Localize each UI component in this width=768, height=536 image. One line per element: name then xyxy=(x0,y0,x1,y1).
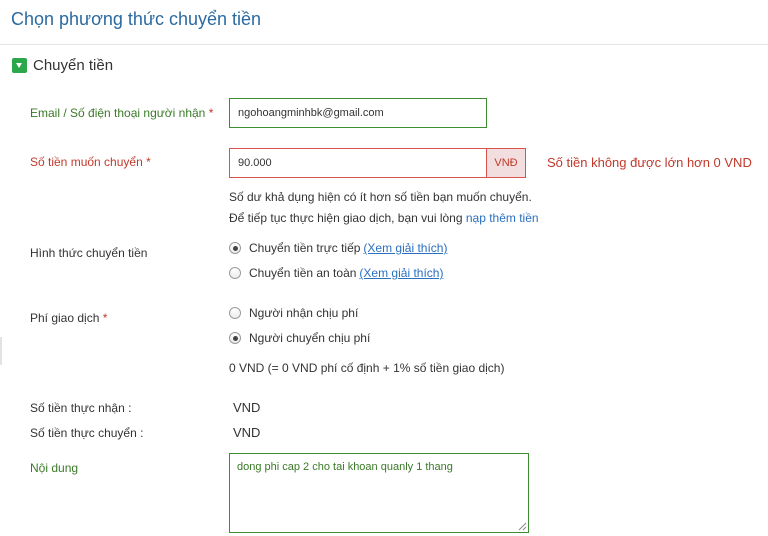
amount-label: Số tiền muốn chuyển * xyxy=(30,155,151,169)
triangle-down-icon[interactable] xyxy=(12,57,27,73)
radio-button[interactable] xyxy=(229,242,241,254)
content-textarea[interactable]: dong phi cap 2 cho tai khoan quanly 1 th… xyxy=(229,453,529,533)
amount-field[interactable] xyxy=(229,148,487,178)
required-mark: * xyxy=(146,155,151,169)
amount-error-message: Số tiền không được lớn hơn 0 VND xyxy=(547,155,752,170)
resize-grip-icon[interactable] xyxy=(518,522,527,531)
fee-label-text: Phí giao dịch xyxy=(30,311,100,325)
email-field[interactable] xyxy=(229,98,487,128)
page-title: Chọn phương thức chuyển tiền xyxy=(11,9,262,29)
transfer-method-direct-option[interactable]: Chuyển tiền trực tiếp (Xem giải thích) xyxy=(229,240,447,256)
transferred-amount-label: Số tiền thực chuyển : xyxy=(30,426,144,440)
radio-label: Người chuyển chịu phí xyxy=(249,331,371,345)
radio-button[interactable] xyxy=(229,267,241,279)
explain-link[interactable]: (Xem giải thích) xyxy=(363,241,447,255)
topup-help-text: Để tiếp tục thực hiện giao dịch, bạn vui… xyxy=(229,211,463,225)
fee-sender-option[interactable]: Người chuyển chịu phí xyxy=(229,330,373,346)
radio-button[interactable] xyxy=(229,307,241,319)
radio-label: Chuyển tiền an toàn xyxy=(249,266,357,280)
transfer-method-safe-option[interactable]: Chuyển tiền an toàn (Xem giải thích) xyxy=(229,265,443,281)
content-label: Nội dung xyxy=(30,461,79,475)
required-mark: * xyxy=(102,311,108,325)
amount-input-group: VNĐ xyxy=(229,148,526,178)
title-divider xyxy=(0,44,768,45)
fee-summary: 0 VND (= 0 VND phí cố định + 1% số tiền … xyxy=(229,361,505,375)
explain-link[interactable]: (Xem giải thích) xyxy=(359,266,443,280)
section-header[interactable]: Chuyển tiền xyxy=(12,56,113,74)
fee-receiver-option[interactable]: Người nhận chịu phí xyxy=(229,305,361,321)
amount-label-text: Số tiền muốn chuyển xyxy=(30,155,143,169)
received-amount-label: Số tiền thực nhận : xyxy=(30,401,132,415)
radio-label: Người nhận chịu phí xyxy=(249,306,359,320)
balance-help-line: Số dư khả dụng hiện có ít hơn số tiền bạ… xyxy=(229,190,532,204)
radio-button[interactable] xyxy=(229,332,241,344)
content-text: dong phi cap 2 cho tai khoan quanly 1 th… xyxy=(237,461,453,473)
transfer-method-label: Hình thức chuyển tiền xyxy=(30,246,148,260)
email-label-text: Email / Số điện thoại người nhận xyxy=(30,106,206,120)
email-label: Email / Số điện thoại người nhận * xyxy=(30,106,213,120)
required-mark: * xyxy=(208,106,214,120)
section-title: Chuyển tiền xyxy=(33,56,114,74)
fee-label: Phí giao dịch * xyxy=(30,311,107,325)
left-edge-divider xyxy=(0,337,2,365)
received-amount-value: VND xyxy=(233,400,261,415)
transferred-amount-value: VND xyxy=(233,425,261,440)
topup-link[interactable]: nạp thêm tiền xyxy=(466,211,539,225)
topup-help-line: Để tiếp tục thực hiện giao dịch, bạn vui… xyxy=(229,211,539,225)
currency-addon: VNĐ xyxy=(487,148,526,178)
radio-label: Chuyển tiền trực tiếp xyxy=(249,241,361,255)
